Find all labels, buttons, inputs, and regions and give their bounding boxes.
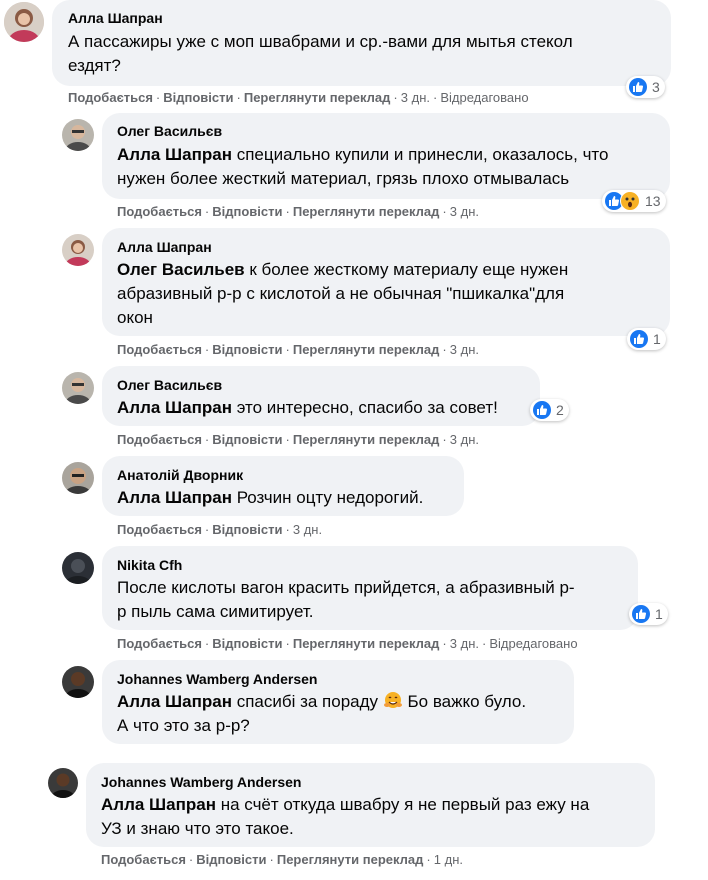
comment-author[interactable]: Алла Шапран — [117, 239, 212, 255]
reaction-count: 3 — [652, 79, 660, 95]
comment-actions: Подобається · Відповісти · Переглянути перек… — [117, 432, 479, 447]
like-reaction-icon — [533, 401, 551, 419]
comment-actions: Подобається · Відповісти · Переглянути перек… — [117, 636, 578, 651]
reply-link[interactable]: Відповісти — [163, 90, 233, 105]
avatar[interactable] — [48, 768, 78, 798]
reaction-summary[interactable]: 1 — [629, 603, 668, 625]
comment-actions: Подобається · Відповісти · Переглянути перек… — [117, 204, 479, 219]
timestamp[interactable]: 3 дн. — [293, 522, 322, 537]
reply-link[interactable]: Відповісти — [212, 342, 282, 357]
edited-label[interactable]: Відредаговано — [489, 636, 577, 651]
like-link[interactable]: Подобається — [117, 342, 202, 357]
reaction-summary[interactable]: 2 — [530, 399, 569, 421]
reaction-count: 2 — [556, 402, 564, 418]
comment-author[interactable]: Анатолій Дворник — [117, 467, 243, 483]
timestamp[interactable]: 3 дн. — [450, 342, 479, 357]
comment-text: Алла Шапран Розчин оцту недорогий. — [117, 488, 424, 507]
comment-author[interactable]: Nikita Cfh — [117, 557, 182, 573]
see-translation-link[interactable]: Переглянути переклад — [293, 204, 440, 219]
avatar[interactable] — [62, 462, 94, 494]
comment-text: Олег Васильев к более жесткому материалу… — [117, 260, 569, 327]
see-translation-link[interactable]: Переглянути переклад — [277, 852, 424, 867]
wow-reaction-icon — [620, 191, 640, 211]
like-link[interactable]: Подобається — [117, 636, 202, 651]
mention-link[interactable]: Алла Шапран — [101, 795, 216, 814]
comment-author[interactable]: Johannes Wamberg Andersen — [101, 774, 301, 790]
comment-text: Алла Шапран спасибі за пораду Бо важко б… — [117, 690, 527, 735]
reaction-count: 13 — [645, 193, 661, 209]
comment-actions: Подобається · Відповісти · Переглянути перек… — [68, 90, 529, 105]
comment-actions: Подобається · Відповісти · 3 дн. — [117, 522, 323, 537]
avatar[interactable] — [62, 119, 94, 151]
reply-link[interactable]: Відповісти — [212, 522, 282, 537]
like-link[interactable]: Подобається — [68, 90, 153, 105]
comment-text: Алла Шапран специально купили и принесли… — [117, 145, 609, 188]
reply-link[interactable]: Відповісти — [212, 636, 282, 651]
timestamp[interactable]: 1 дн. — [434, 852, 463, 867]
see-translation-link[interactable]: Переглянути переклад — [293, 432, 440, 447]
reaction-count: 1 — [653, 331, 661, 347]
like-link[interactable]: Подобається — [117, 204, 202, 219]
comment-author[interactable]: Олег Васильєв — [117, 123, 222, 139]
reaction-summary[interactable]: 13 — [602, 190, 666, 212]
comment-text: Алла Шапран это интересно, спасибо за со… — [117, 398, 498, 417]
comment-author[interactable]: Алла Шапран — [68, 10, 163, 26]
comment-author[interactable]: Johannes Wamberg Andersen — [117, 671, 317, 687]
mention-link[interactable]: Алла Шапран — [117, 145, 232, 164]
see-translation-link[interactable]: Переглянути переклад — [293, 636, 440, 651]
reply-link[interactable]: Відповісти — [212, 204, 282, 219]
see-translation-link[interactable]: Переглянути переклад — [244, 90, 391, 105]
comment-author[interactable]: Олег Васильєв — [117, 377, 222, 393]
mention-link[interactable]: Алла Шапран — [117, 692, 232, 711]
timestamp[interactable]: 3 дн. — [450, 204, 479, 219]
comment-actions: Подобається · Відповісти · Переглянути перек… — [117, 342, 479, 357]
see-translation-link[interactable]: Переглянути переклад — [293, 342, 440, 357]
reply-link[interactable]: Відповісти — [196, 852, 266, 867]
mention-link[interactable]: Алла Шапран — [117, 488, 232, 507]
edited-label[interactable]: Відредаговано — [440, 90, 528, 105]
like-reaction-icon — [632, 605, 650, 623]
like-reaction-icon — [629, 78, 647, 96]
avatar[interactable] — [62, 666, 94, 698]
reply-link[interactable]: Відповісти — [212, 432, 282, 447]
comment-text: После кислоты вагон красить прийдется, а… — [117, 578, 575, 621]
timestamp[interactable]: 3 дн. — [401, 90, 430, 105]
comment-text: А пассажиры уже с моп швабрами и ср.-вам… — [68, 32, 573, 75]
timestamp[interactable]: 3 дн. — [450, 432, 479, 447]
avatar[interactable] — [4, 2, 44, 42]
avatar[interactable] — [62, 234, 94, 266]
timestamp[interactable]: 3 дн. — [450, 636, 479, 651]
reaction-summary[interactable]: 1 — [627, 328, 666, 350]
like-link[interactable]: Подобається — [117, 432, 202, 447]
mention-link[interactable]: Алла Шапран — [117, 398, 232, 417]
like-link[interactable]: Подобається — [117, 522, 202, 537]
comment-text: Алла Шапран на счёт откуда швабру я не п… — [101, 795, 590, 838]
like-reaction-icon — [630, 330, 648, 348]
mention-link[interactable]: Олег Васильев — [117, 260, 245, 279]
hugging-face-emoji-icon — [383, 690, 403, 710]
like-link[interactable]: Подобається — [101, 852, 186, 867]
avatar[interactable] — [62, 552, 94, 584]
avatar[interactable] — [62, 372, 94, 404]
comment-actions: Подобається · Відповісти · Переглянути перек… — [101, 852, 463, 867]
reaction-summary[interactable]: 3 — [626, 76, 665, 98]
reaction-count: 1 — [655, 606, 663, 622]
